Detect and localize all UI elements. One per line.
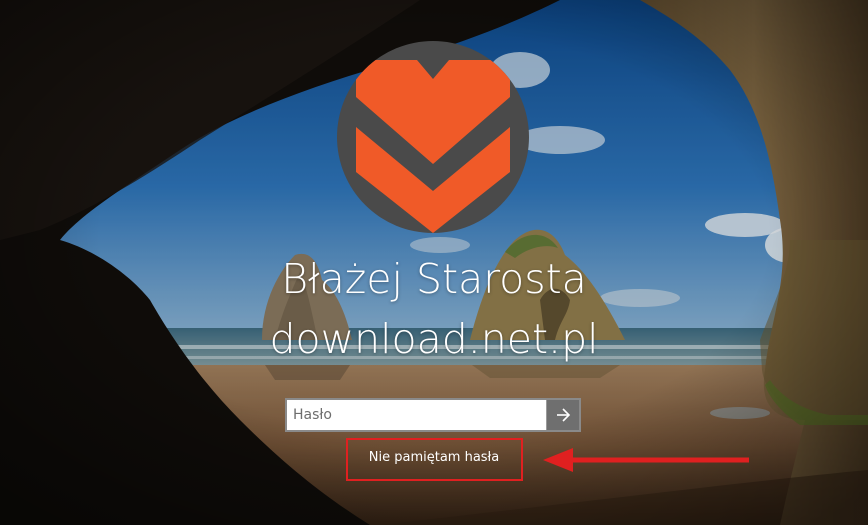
password-box	[285, 398, 581, 432]
lock-screen: Błażej Starosta download.net.pl Nie pami…	[0, 0, 868, 525]
chevron-logo-icon	[356, 60, 510, 233]
arrow-right-icon	[557, 408, 571, 422]
user-domain: download.net.pl	[269, 315, 599, 363]
annotation-arrow-icon	[543, 448, 749, 472]
annotation-highlight-box	[346, 438, 523, 481]
password-input[interactable]	[287, 400, 546, 430]
user-name: Błażej Starosta	[281, 255, 587, 303]
user-avatar	[337, 41, 529, 233]
submit-button[interactable]	[546, 400, 579, 430]
